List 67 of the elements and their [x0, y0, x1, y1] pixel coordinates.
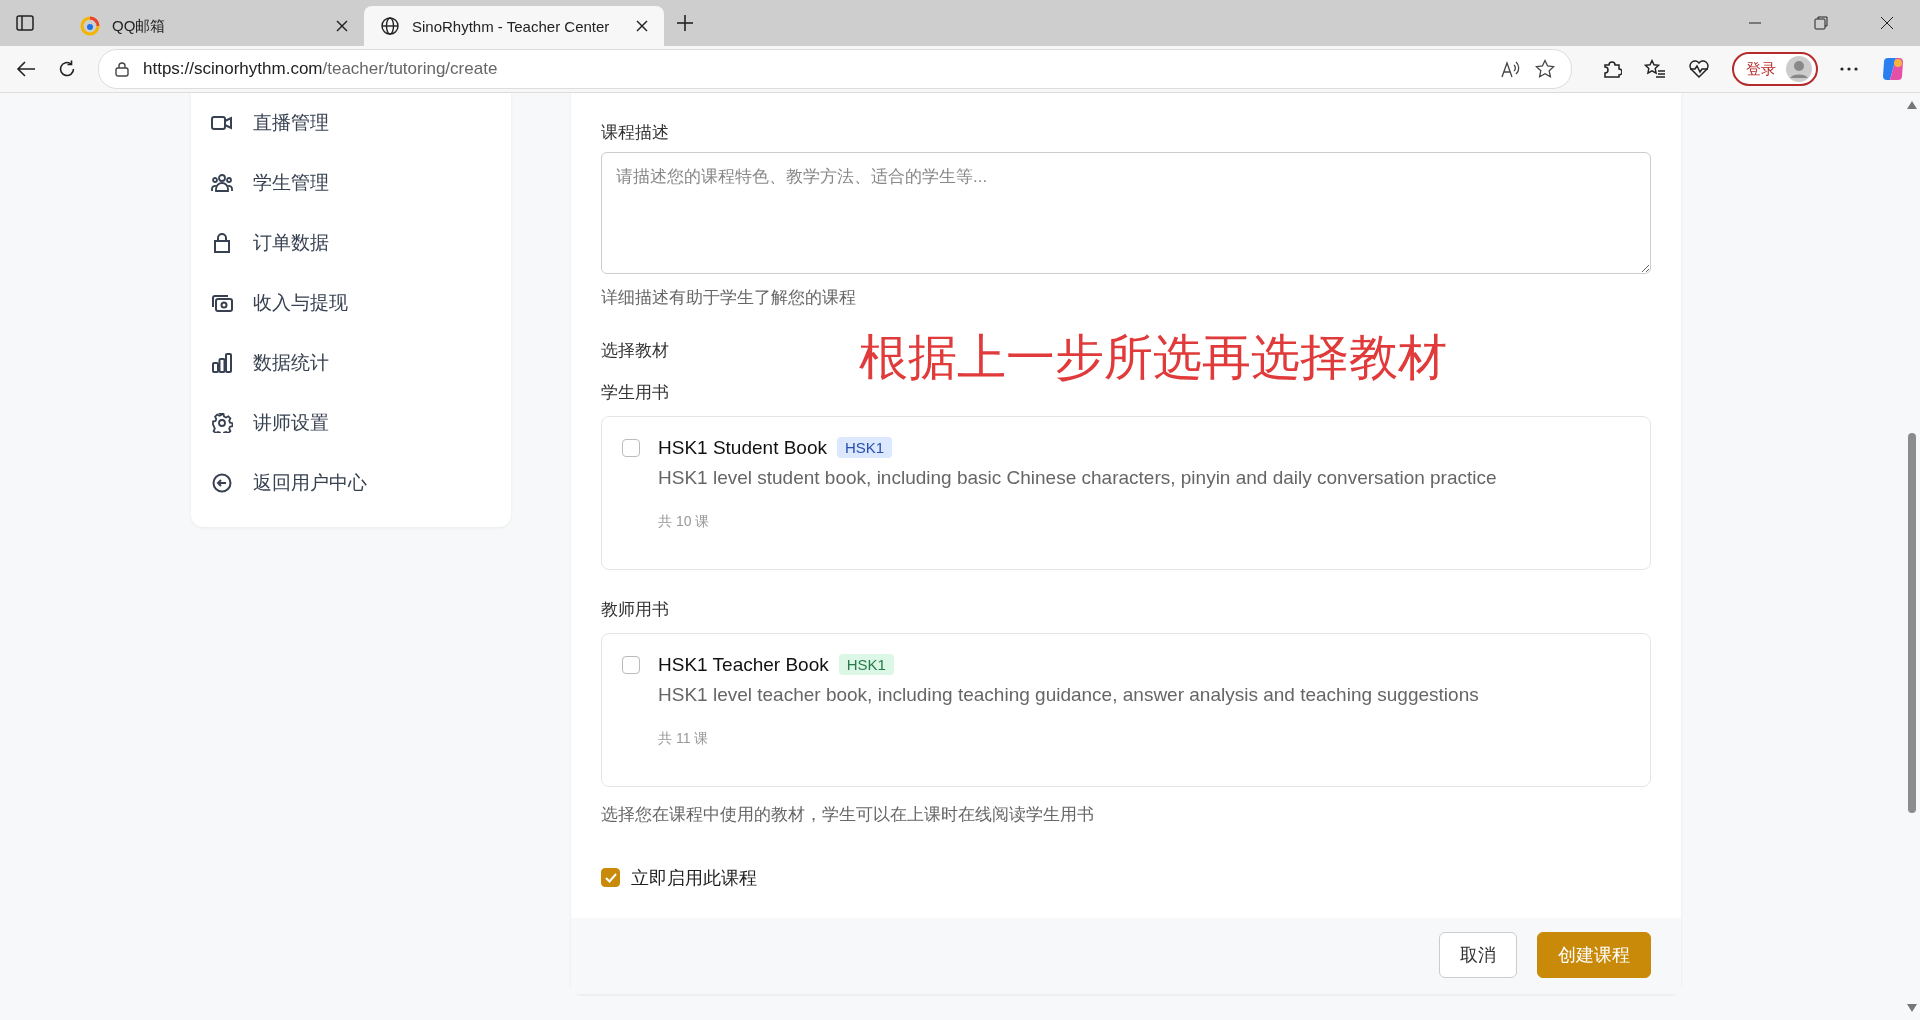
sidebar-item[interactable]: 收入与提现: [191, 273, 511, 333]
url-text: https://scinorhythm.com/teacher/tutoring/create: [143, 59, 498, 79]
settings-icon: [211, 413, 233, 433]
colorful-ring-icon: [80, 16, 100, 36]
group-label: 教师用书: [601, 598, 670, 621]
star-icon[interactable]: [1535, 59, 1555, 79]
lesson-count: 共 10 课: [658, 512, 711, 531]
cash-icon: [211, 294, 233, 312]
address-bar[interactable]: https://scinorhythm.com/teacher/tutoring/create: [98, 49, 1572, 89]
scroll-down-arrow-icon[interactable]: [1907, 1004, 1917, 1012]
book-description: HSK1 level student book, including basic Chinese characters, pinyin and daily conversation practice: [658, 466, 1497, 489]
login-button[interactable]: 登录: [1732, 52, 1818, 86]
level-tag: HSK1: [837, 437, 893, 459]
book-title: HSK1 Student Book: [658, 436, 827, 459]
close-icon[interactable]: [636, 20, 648, 32]
annotation-text: 根据上一步所选再选择教材: [859, 331, 1447, 385]
back-arrow-icon[interactable]: [16, 60, 36, 78]
lock-icon: [115, 61, 129, 77]
checkbox-label: 立即启用此课程: [631, 866, 757, 890]
heart-pulse-icon[interactable]: [1688, 59, 1710, 79]
globe-icon: [380, 16, 400, 36]
sidebar-item[interactable]: 学生管理: [191, 153, 511, 213]
tab-title: QQ邮箱: [112, 16, 167, 36]
scrollbar-thumb[interactable]: [1908, 433, 1916, 813]
avatar-icon: [1786, 56, 1812, 82]
sidebar-toggle-icon[interactable]: [16, 15, 34, 31]
sidebar-item[interactable]: 直播管理: [191, 93, 511, 153]
tab-title: SinoRhythm - Teacher Center: [412, 17, 611, 35]
book-card[interactable]: HSK1 Teacher Book HSK1 HSK1 level teacher book, including teaching guidance, answer analysis and teaching suggestions 共 11 课: [601, 632, 1651, 787]
plus-icon[interactable]: [676, 14, 694, 32]
video-camera-icon: [211, 115, 233, 131]
restore-icon[interactable]: [1814, 16, 1828, 30]
book-title: HSK1 Teacher Book: [658, 653, 829, 676]
cancel-button[interactable]: 取消: [1439, 931, 1517, 978]
colorful-swirl-icon[interactable]: [1880, 56, 1906, 82]
sidebar-item[interactable]: 数据统计: [191, 333, 511, 393]
more-icon[interactable]: [1840, 67, 1858, 71]
reload-icon[interactable]: [58, 60, 76, 78]
checkbox[interactable]: [601, 868, 620, 888]
field-hint: 详细描述有助于学生了解您的课程: [601, 287, 857, 309]
close-icon[interactable]: [336, 20, 348, 32]
sidebar-item[interactable]: 订单数据: [191, 213, 511, 273]
book-card[interactable]: HSK1 Student Book HSK1 HSK1 level student book, including basic Chinese characters, pinyin and daily conversation practice 共 10 课: [601, 415, 1651, 570]
sidebar-item[interactable]: 讲师设置: [191, 393, 511, 453]
level-tag: HSK1: [838, 654, 894, 676]
users-icon: [211, 174, 233, 192]
lesson-count: 共 11 课: [658, 729, 710, 748]
field-hint: 选择您在课程中使用的教材，学生可以在上课时在线阅读学生用书: [601, 803, 1095, 826]
sidebar-item[interactable]: 返回用户中心: [191, 453, 511, 513]
favorites-icon[interactable]: [1644, 59, 1666, 79]
checkmark-icon: [604, 872, 617, 883]
read-aloud-icon[interactable]: [1501, 60, 1521, 78]
shopping-bag-icon: [211, 233, 233, 253]
puzzle-icon[interactable]: [1602, 59, 1622, 79]
browser-tab[interactable]: QQ邮箱: [64, 6, 364, 46]
description-field[interactable]: 请描述您的课程特色、教学方法、适合的学生等...: [601, 152, 1651, 274]
scroll-up-arrow-icon[interactable]: [1907, 101, 1917, 109]
field-label: 选择教材: [601, 340, 669, 362]
back-circle-icon: [211, 473, 233, 493]
browser-tab[interactable]: SinoRhythm - Teacher Center: [364, 6, 664, 46]
close-icon[interactable]: [1880, 16, 1894, 30]
checkbox[interactable]: [622, 655, 640, 674]
field-label: 课程描述: [601, 122, 670, 144]
checkbox[interactable]: [622, 438, 640, 457]
group-label: 学生用书: [601, 381, 670, 404]
bar-chart-icon: [211, 353, 233, 373]
book-description: HSK1 level teacher book, including teaching guidance, answer analysis and teaching suggestions: [658, 683, 1479, 706]
